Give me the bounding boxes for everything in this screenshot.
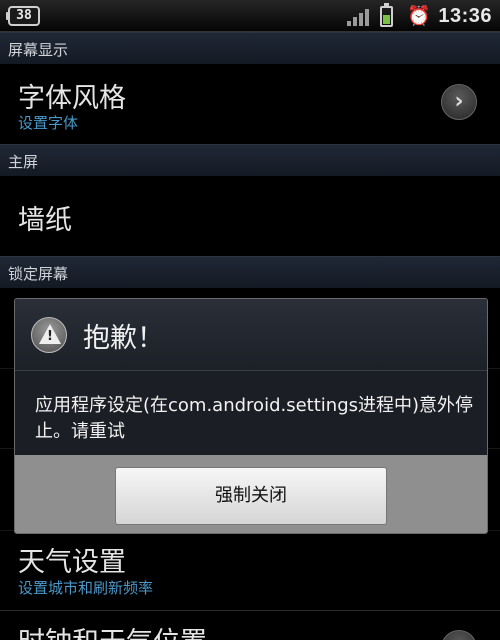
dialog-button-bar: 强制关闭 [15,455,487,533]
dialog-header: 抱歉！ [15,299,487,371]
section-label: 屏幕显示 [8,41,69,59]
item-title: 墙纸 [18,205,72,236]
item-subtitle: 设置城市和刷新频率 [18,579,154,597]
section-label: 主屏 [8,153,39,171]
status-bar: 38 ⏰ 13:36 [0,0,500,32]
section-label: 锁定屏幕 [8,265,69,283]
item-subtitle: 设置字体 [18,114,79,132]
signal-icon [347,8,369,26]
battery-icon [380,3,393,27]
clock: 13:36 [438,5,492,27]
section-header-home: 主屏 [0,144,500,176]
alarm-icon: ⏰ [407,5,431,27]
dialog-title: 抱歉！ [83,323,164,354]
list-item-font-style[interactable]: 字体风格 设置字体 › [0,64,500,144]
item-title: 时钟和天气位置 [18,620,207,640]
section-header-display: 屏幕显示 [0,32,500,64]
list-item-weather-settings[interactable]: 天气设置 设置城市和刷新频率 [0,530,500,610]
list-item-clock-weather-position[interactable]: 时钟和天气位置 › [0,610,500,640]
notification-badge: 38 [6,6,40,26]
force-close-button[interactable]: 强制关闭 [115,467,387,525]
item-title: 天气设置 [18,547,126,578]
chevron-right-icon[interactable]: › [441,84,477,120]
warning-icon [31,317,68,353]
list-item-wallpaper[interactable]: 墙纸 [0,176,500,256]
dialog-body: 应用程序设定(在com.android.settings进程中)意外停止。请重试 [15,371,487,455]
dialog-message: 应用程序设定(在com.android.settings进程中)意外停止。请重试 [35,395,474,442]
item-title: 字体风格 [18,83,126,114]
chevron-right-icon[interactable]: › [441,630,477,640]
section-header-lock-screen: 锁定屏幕 [0,256,500,288]
error-dialog: 抱歉！ 应用程序设定(在com.android.settings进程中)意外停止… [14,298,488,534]
